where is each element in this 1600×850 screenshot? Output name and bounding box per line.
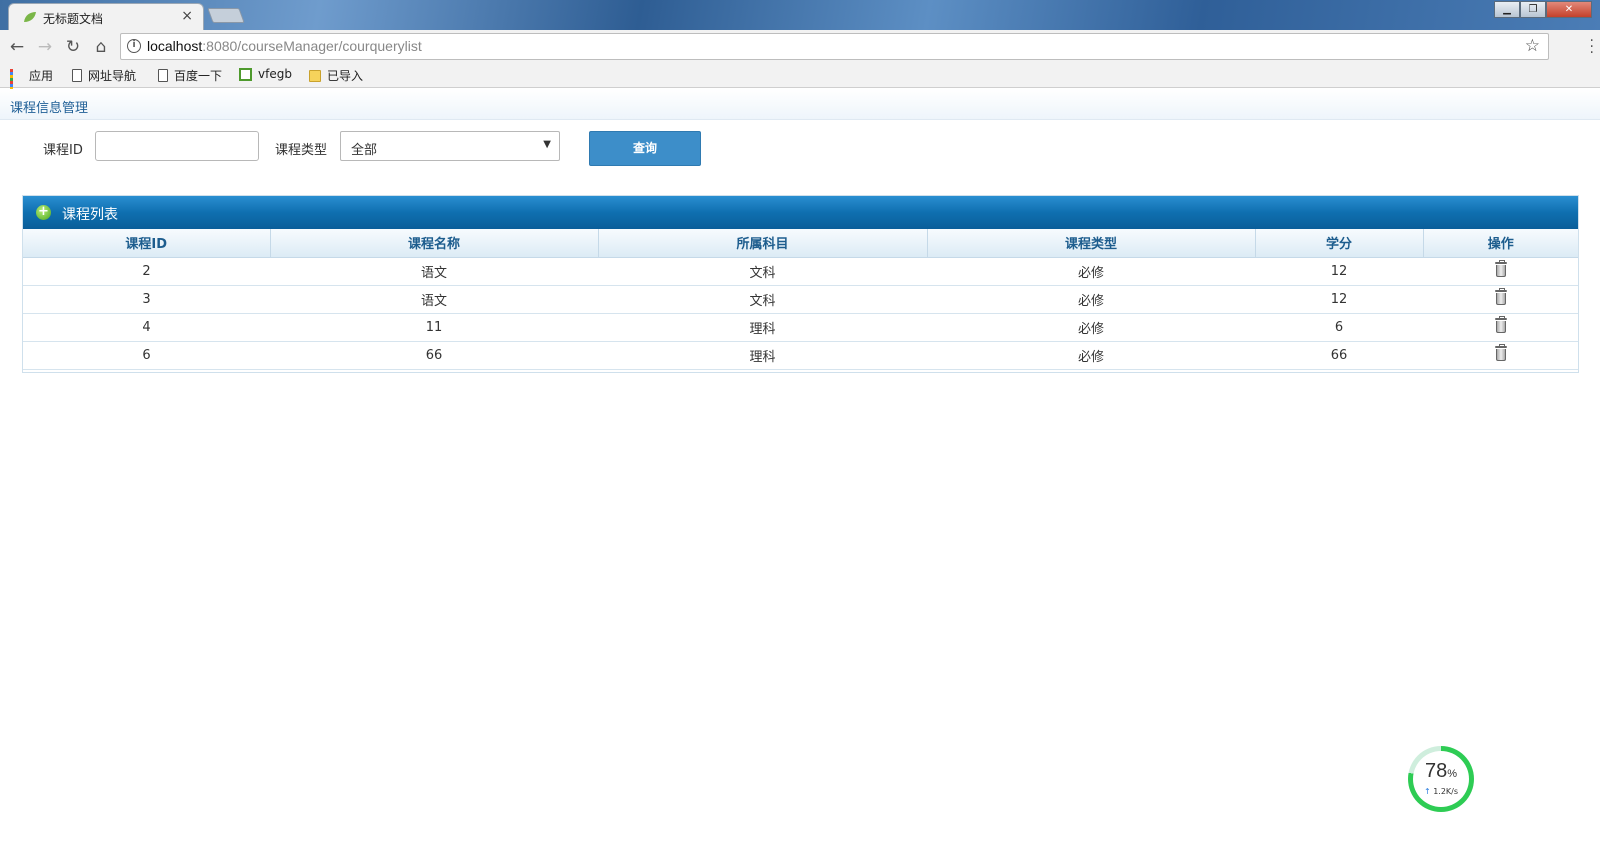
cell-subject: 文科 bbox=[598, 257, 927, 286]
bookmark-star-icon[interactable]: ☆ bbox=[1525, 36, 1540, 56]
table-row: 3 语文 文科 必修 12 bbox=[23, 285, 1578, 314]
dropdown-arrow-icon: ▼ bbox=[543, 139, 551, 150]
plus-icon[interactable]: + bbox=[36, 205, 51, 220]
bookmark-apps[interactable]: 应用 bbox=[10, 67, 53, 96]
speed-percent: 78% bbox=[1424, 760, 1458, 782]
cell-actions bbox=[1423, 313, 1578, 342]
bookmark-vfegb[interactable]: vfegb bbox=[239, 67, 292, 81]
tab-title: 无标题文档 bbox=[43, 12, 104, 26]
browser-tab-active[interactable]: 无标题文档 × bbox=[8, 3, 204, 30]
address-url[interactable]: localhost:8080/courseManager/courqueryli… bbox=[147, 38, 422, 54]
address-bar[interactable]: i localhost:8080/courseManager/courquery… bbox=[120, 33, 1549, 60]
cell-credits: 12 bbox=[1255, 257, 1423, 286]
column-header-actions: 操作 bbox=[1423, 229, 1578, 258]
page-icon bbox=[158, 69, 168, 82]
bookmark-imported[interactable]: 已导入 bbox=[309, 67, 363, 84]
course-table: 课程ID 课程名称 所属科目 课程类型 学分 操作 2 语文 文科 必修 12 … bbox=[23, 229, 1578, 370]
table-row: 4 11 理科 必修 6 bbox=[23, 313, 1578, 342]
browser-menu-icon[interactable]: · · · bbox=[1590, 34, 1594, 60]
cell-course-id: 6 bbox=[23, 341, 270, 370]
restore-icon[interactable]: ❐ bbox=[1520, 1, 1546, 18]
bookmark-baidu[interactable]: 百度一下 bbox=[158, 67, 222, 84]
apps-grid-icon bbox=[10, 68, 23, 96]
cell-course-name: 语文 bbox=[270, 285, 598, 314]
course-id-input[interactable] bbox=[95, 131, 259, 161]
cell-course-id: 2 bbox=[23, 257, 270, 286]
cell-course-type: 必修 bbox=[927, 341, 1255, 370]
page-header: 课程信息管理 bbox=[0, 89, 1600, 120]
course-list-panel: + 课程列表 课程ID 课程名称 所属科目 课程类型 学分 操作 2 语文 文科… bbox=[22, 195, 1579, 373]
window-controls: ▁ ❐ ✕ bbox=[1494, 1, 1592, 19]
page-icon bbox=[72, 69, 82, 82]
minimize-icon[interactable]: ▁ bbox=[1494, 1, 1520, 18]
cell-course-name: 66 bbox=[270, 341, 598, 370]
bookmark-nav[interactable]: 网址导航 bbox=[72, 67, 136, 84]
reload-icon[interactable]: ↻ bbox=[62, 36, 84, 58]
cell-subject: 理科 bbox=[598, 313, 927, 342]
course-type-selected: 全部 bbox=[351, 143, 378, 158]
qr-icon bbox=[239, 67, 252, 81]
forward-arrow-icon[interactable]: → bbox=[34, 36, 56, 58]
browser-toolbar: ← → ↻ ⌂ i localhost:8080/courseManager/c… bbox=[0, 30, 1600, 63]
column-header-subject[interactable]: 所属科目 bbox=[598, 229, 928, 258]
page-title: 课程信息管理 bbox=[10, 101, 89, 116]
cell-course-name: 11 bbox=[270, 313, 598, 342]
window-close-icon[interactable]: ✕ bbox=[1546, 1, 1592, 18]
site-info-icon[interactable]: i bbox=[127, 39, 141, 53]
cell-actions bbox=[1423, 341, 1578, 370]
speed-rate: ↑ 1.2K/s bbox=[1423, 787, 1459, 796]
panel-title: 课程列表 bbox=[62, 207, 118, 223]
back-arrow-icon[interactable]: ← bbox=[6, 36, 28, 58]
cell-actions bbox=[1423, 257, 1578, 286]
cell-credits: 66 bbox=[1255, 341, 1423, 370]
cell-actions bbox=[1423, 285, 1578, 314]
leaf-icon bbox=[24, 12, 36, 22]
upload-arrow-icon: ↑ bbox=[1423, 787, 1431, 796]
column-header-course-type[interactable]: 课程类型 bbox=[927, 229, 1256, 258]
cell-credits: 12 bbox=[1255, 285, 1423, 314]
cell-subject: 理科 bbox=[598, 341, 927, 370]
cell-course-type: 必修 bbox=[927, 313, 1255, 342]
browser-titlebar: 无标题文档 × ▁ ❐ ✕ bbox=[0, 0, 1600, 30]
cell-course-type: 必修 bbox=[927, 257, 1255, 286]
table-header-row: 课程ID 课程名称 所属科目 课程类型 学分 操作 bbox=[23, 229, 1578, 258]
trash-icon[interactable] bbox=[1494, 316, 1507, 333]
cell-course-type: 必修 bbox=[927, 285, 1255, 314]
trash-icon[interactable] bbox=[1494, 260, 1507, 277]
folder-icon bbox=[309, 69, 321, 82]
network-speed-widget[interactable]: 78% ↑ 1.2K/s bbox=[1408, 746, 1474, 812]
course-type-label: 课程类型 bbox=[275, 143, 328, 158]
course-type-select[interactable]: 全部 ▼ bbox=[340, 131, 560, 161]
speed-widget-inner: 78% ↑ 1.2K/s bbox=[1413, 751, 1469, 807]
panel-header: + 课程列表 bbox=[23, 196, 1578, 229]
cell-credits: 6 bbox=[1255, 313, 1423, 342]
cell-course-id: 3 bbox=[23, 285, 270, 314]
query-button[interactable]: 查询 bbox=[589, 131, 701, 166]
trash-icon[interactable] bbox=[1494, 288, 1507, 305]
trash-icon[interactable] bbox=[1494, 344, 1507, 361]
column-header-course-name[interactable]: 课程名称 bbox=[270, 229, 599, 258]
home-icon[interactable]: ⌂ bbox=[90, 36, 112, 58]
cell-course-name: 语文 bbox=[270, 257, 598, 286]
table-row: 2 语文 文科 必修 12 bbox=[23, 257, 1578, 286]
cell-course-id: 4 bbox=[23, 313, 270, 342]
bookmarks-bar: 应用 网址导航 百度一下 vfegb 已导入 bbox=[0, 63, 1600, 96]
course-id-label: 课程ID bbox=[43, 143, 83, 158]
new-tab-button[interactable] bbox=[207, 8, 245, 23]
column-header-credits[interactable]: 学分 bbox=[1255, 229, 1424, 258]
tab-close-icon[interactable]: × bbox=[181, 8, 193, 24]
cell-subject: 文科 bbox=[598, 285, 927, 314]
column-header-course-id[interactable]: 课程ID bbox=[23, 229, 271, 258]
table-row: 6 66 理科 必修 66 bbox=[23, 341, 1578, 370]
